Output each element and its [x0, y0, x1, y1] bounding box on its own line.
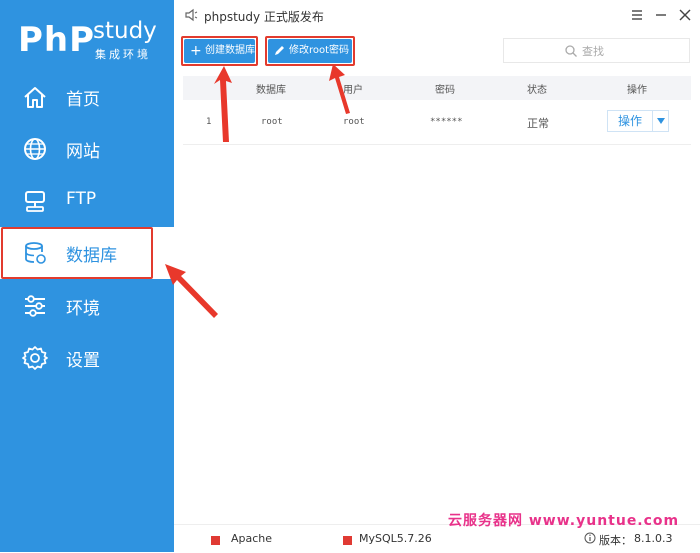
annotation-arrows [165, 64, 350, 318]
mysql-label[interactable]: MySQL5.7.26 [359, 532, 432, 545]
mysql-status-indicator [343, 536, 352, 545]
watermark: 云服务器网 www.yuntue.com [448, 513, 680, 529]
arrow-create-database [214, 66, 232, 142]
arrow-database-nav [165, 264, 218, 318]
version-label: 版本： [599, 534, 632, 547]
apache-status-indicator [211, 536, 220, 545]
version-value: 8.1.0.3 [634, 532, 673, 545]
info-icon [584, 532, 596, 544]
apache-label[interactable]: Apache [231, 532, 272, 545]
arrow-root-password [329, 64, 350, 114]
